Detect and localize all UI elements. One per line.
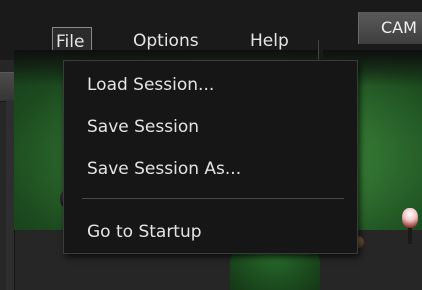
- pink-ball: [402, 208, 418, 228]
- ball-stand: [408, 226, 412, 244]
- menu-item-save-session-as[interactable]: Save Session As...: [64, 153, 357, 185]
- file-menu-dropdown: Load Session... Save Session Save Sessio…: [63, 60, 358, 254]
- menu-item-load-session[interactable]: Load Session...: [64, 69, 357, 101]
- menu-item-go-to-startup[interactable]: Go to Startup: [64, 216, 357, 248]
- menu-item-save-session[interactable]: Save Session: [64, 111, 357, 143]
- menu-separator: [82, 198, 344, 199]
- tab-cam[interactable]: CAM: [358, 12, 422, 44]
